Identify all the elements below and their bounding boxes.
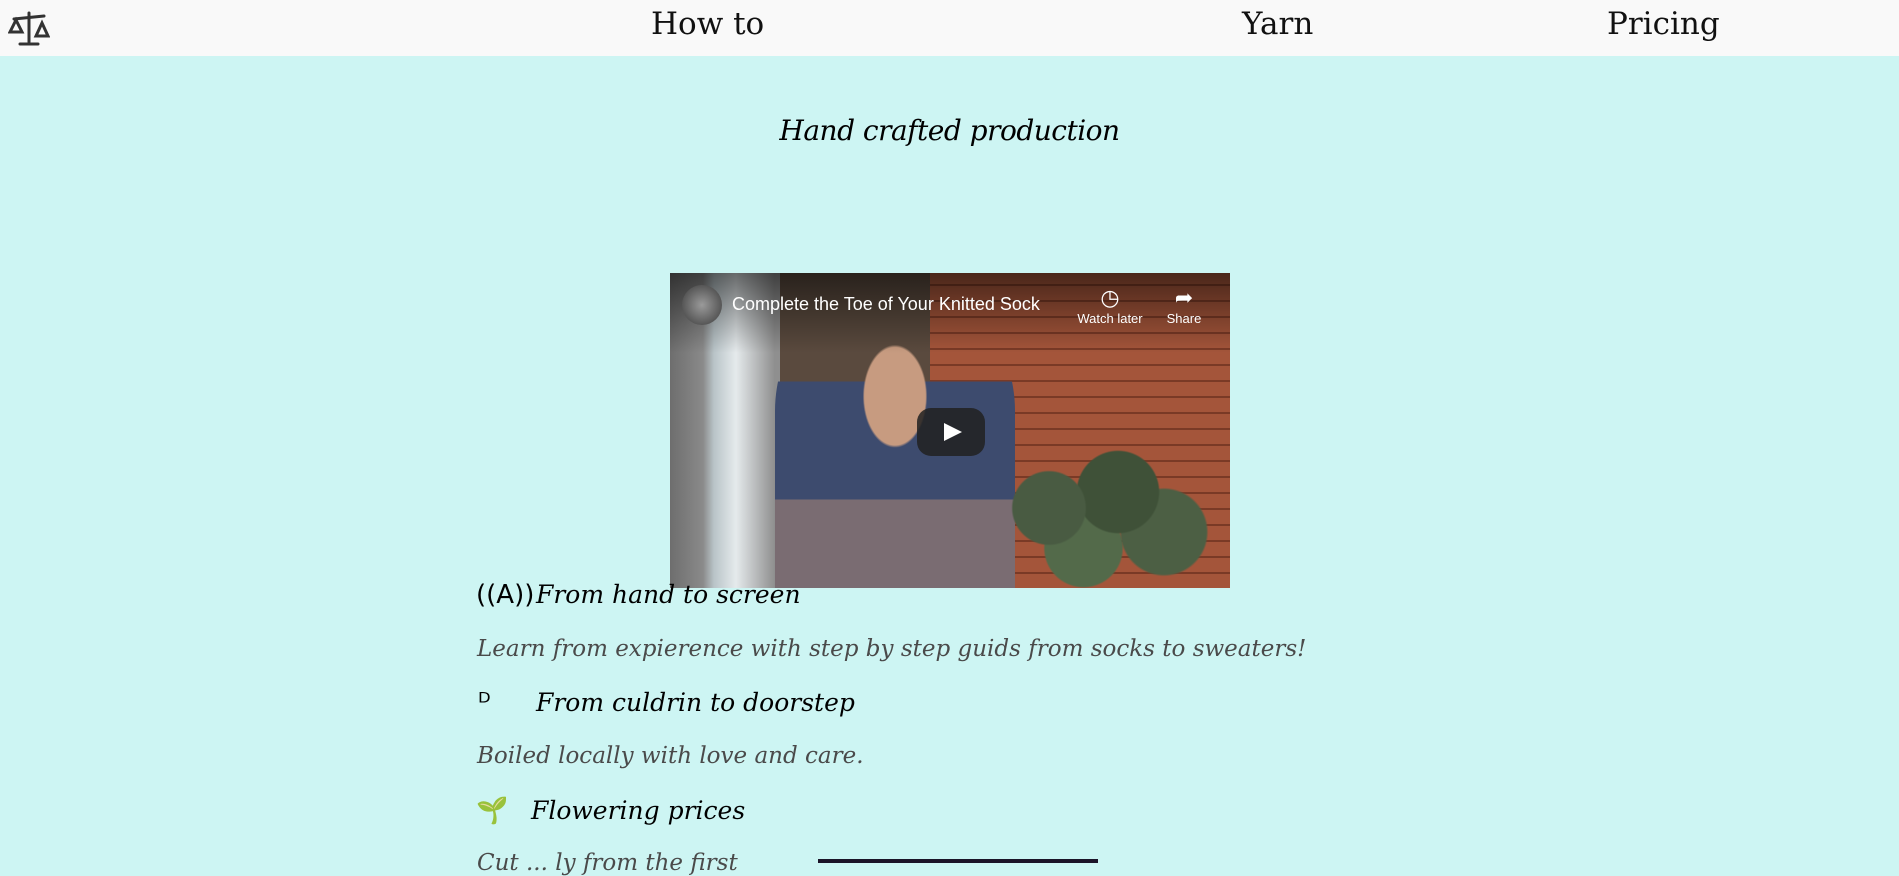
- scale-balance-icon[interactable]: [8, 10, 50, 46]
- top-navigation: How to Yarn Pricing: [0, 0, 1899, 56]
- channel-avatar[interactable]: [682, 285, 722, 325]
- test-tubes-icon: ᴰ: [478, 688, 491, 718]
- feature-desc-flowering-prices: Cut ... ly from the first: [477, 850, 738, 876]
- watch-later-label: Watch later: [1077, 311, 1143, 326]
- share-label: Share: [1166, 311, 1202, 326]
- share-arrow-icon: ➦: [1174, 285, 1194, 310]
- play-button[interactable]: [917, 408, 985, 456]
- feature-desc-hand-to-screen: Learn from expierence with step by step …: [477, 636, 1307, 662]
- broadcast-icon: ((A)): [476, 580, 535, 610]
- feature-title-culdrin-to-doorstep: From culdrin to doorstep: [536, 688, 855, 717]
- video-thumbnail-plant: [980, 428, 1210, 588]
- video-title[interactable]: Complete the Toe of Your Knitted Sock: [732, 294, 1040, 315]
- nav-link-pricing[interactable]: Pricing: [1607, 6, 1720, 42]
- share-button[interactable]: ➦ Share: [1139, 285, 1229, 326]
- nav-link-how-to[interactable]: How to: [651, 6, 764, 42]
- video-player[interactable]: Complete the Toe of Your Knitted Sock ◷ …: [670, 273, 1230, 588]
- feature-title-flowering-prices: Flowering prices: [531, 796, 746, 825]
- partial-element-below-fold: [818, 859, 1098, 863]
- seedling-icon: 🌱: [476, 796, 509, 826]
- feature-title-hand-to-screen: From hand to screen: [536, 580, 801, 609]
- page-headline: Hand crafted production: [779, 114, 1120, 147]
- feature-desc-culdrin-to-doorstep: Boiled locally with love and care.: [477, 743, 864, 769]
- nav-link-yarn[interactable]: Yarn: [1242, 6, 1313, 42]
